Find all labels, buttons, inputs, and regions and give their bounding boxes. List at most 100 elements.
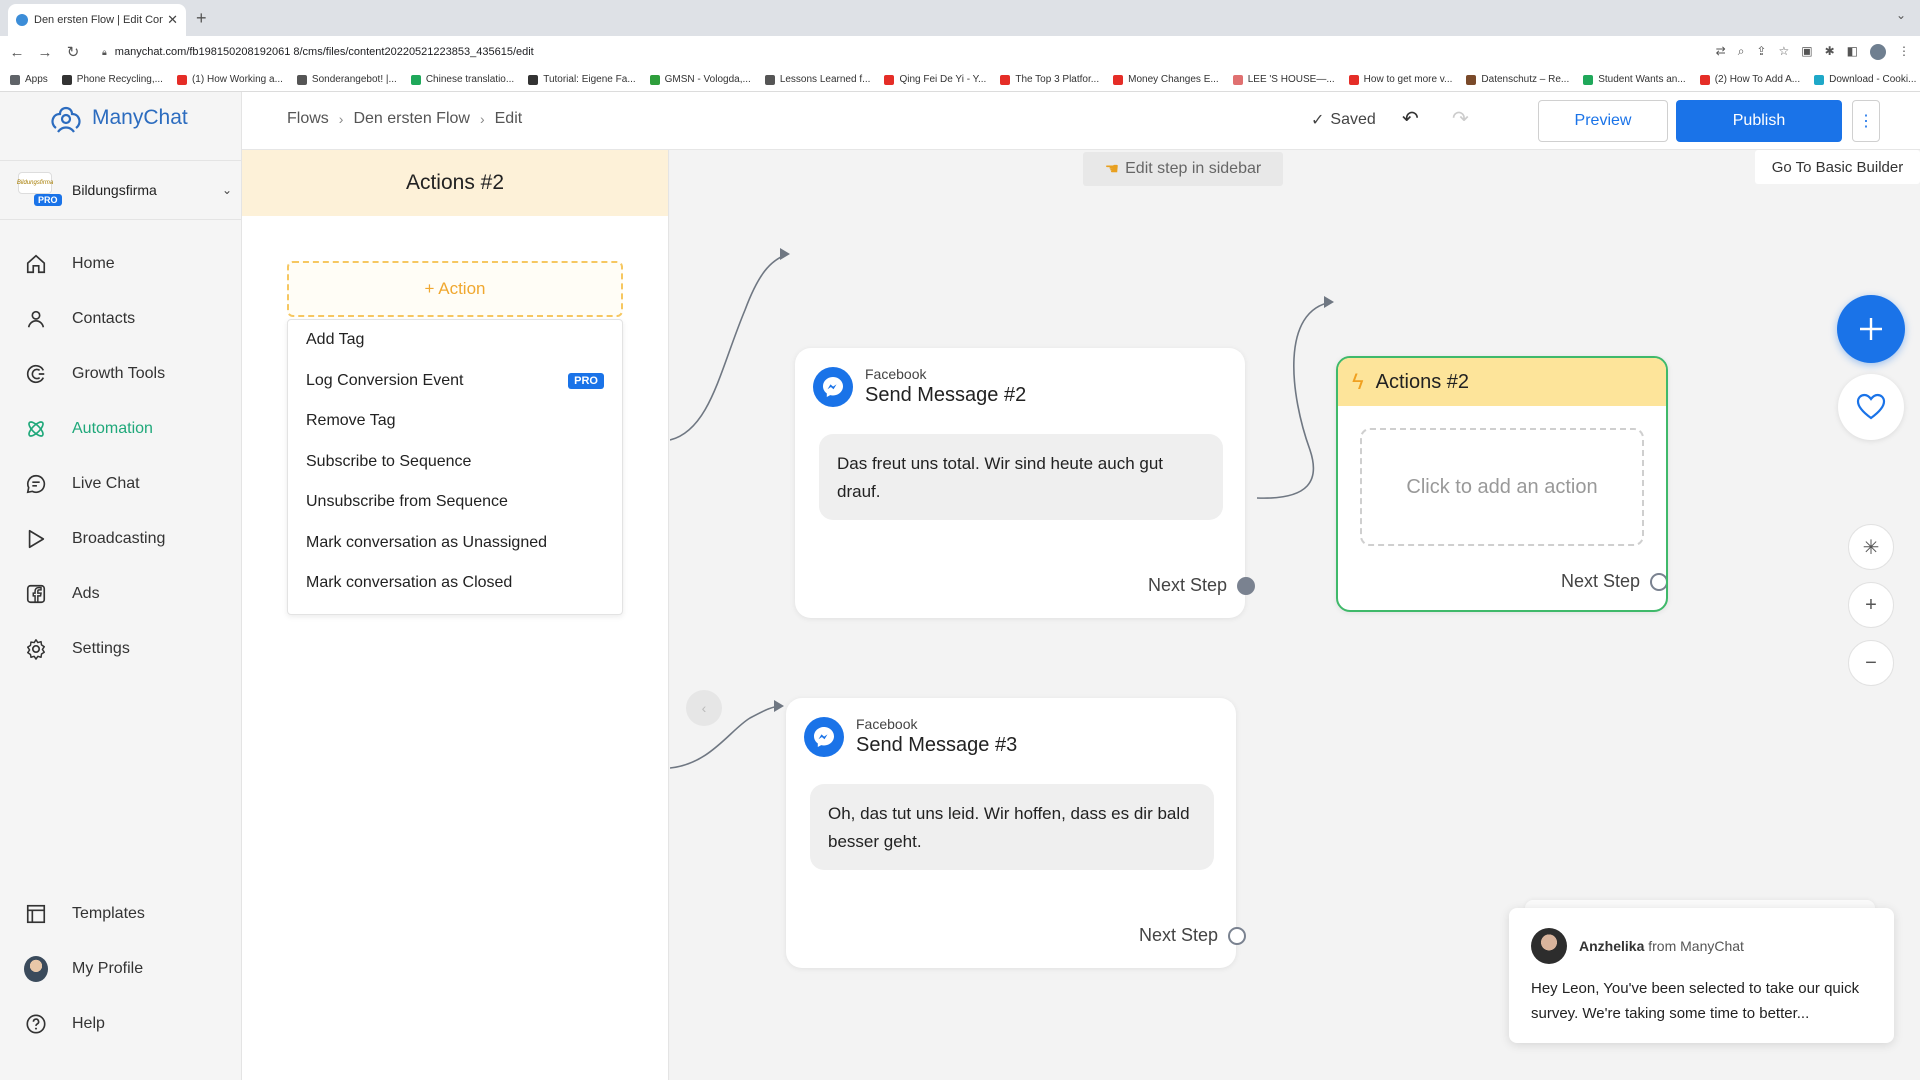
add-step-button[interactable] bbox=[1837, 295, 1905, 363]
sidebar-item-broadcasting[interactable]: Broadcasting bbox=[0, 511, 242, 566]
sidebar-item-settings[interactable]: Settings bbox=[0, 621, 242, 676]
close-tab-icon[interactable]: ✕ bbox=[167, 12, 178, 28]
browser-tab[interactable]: Den ersten Flow | Edit Content ✕ bbox=[8, 4, 186, 36]
bookmark-favicon-icon bbox=[649, 74, 660, 85]
sidepanel-icon[interactable]: ◧ bbox=[1847, 44, 1858, 60]
sidebar-item-contacts[interactable]: Contacts bbox=[0, 291, 242, 346]
puzzle-icon[interactable]: ✱ bbox=[1825, 44, 1835, 60]
collapse-panel-icon[interactable]: ‹ bbox=[686, 690, 722, 726]
add-action-placeholder[interactable]: Click to add an action bbox=[1360, 428, 1644, 546]
preview-button[interactable]: Preview bbox=[1538, 100, 1668, 142]
action-menu: Add Tag Log Conversion Event PRO Remove Tag… bbox=[287, 319, 623, 615]
translate-icon[interactable]: ⇄ bbox=[1716, 44, 1726, 60]
send-message-node[interactable]: Facebook Send Message #2 Das freut uns t… bbox=[795, 348, 1255, 618]
edit-step-hint-text: Edit step in sidebar bbox=[1125, 160, 1262, 177]
sidebar-item-growth-tools[interactable]: Growth Tools bbox=[0, 346, 242, 401]
sidebar-item-help[interactable]: Help bbox=[0, 996, 242, 1051]
bookmark-item[interactable]: Student Wants an... bbox=[1583, 74, 1686, 85]
manychat-logo[interactable]: ManyChat bbox=[48, 102, 188, 134]
browser-profile-icon[interactable] bbox=[1870, 44, 1886, 60]
action-menu-item[interactable]: Mark conversation as Closed bbox=[288, 563, 622, 604]
survey-chat-popup[interactable]: Anzhelika from ManyChat Hey Leon, You've… bbox=[1509, 900, 1894, 1043]
action-menu-item[interactable]: Unsubscribe from Sequence bbox=[288, 482, 622, 523]
bookmark-item[interactable]: (1) How Working a... bbox=[176, 74, 283, 85]
forward-icon[interactable]: → bbox=[34, 44, 56, 61]
connection-port[interactable] bbox=[1228, 926, 1246, 945]
bookmark-item[interactable]: Sonderangebot! |... bbox=[296, 74, 397, 85]
bookmark-item[interactable]: Tutorial: Eigene Fa... bbox=[528, 74, 636, 85]
next-step-connector[interactable]: Next Step bbox=[1139, 925, 1246, 946]
bookmark-label: Money Changes E... bbox=[1128, 74, 1219, 85]
sidebar-item-home[interactable]: Home bbox=[0, 236, 242, 291]
sparkle-icon: ✳ bbox=[1862, 536, 1880, 559]
message-bubble[interactable]: Oh, das tut uns leid. Wir hoffen, dass e… bbox=[810, 784, 1214, 870]
bookmark-item[interactable]: Lessons Learned f... bbox=[764, 74, 870, 85]
publish-button[interactable]: Publish bbox=[1676, 100, 1842, 142]
bookmark-item[interactable]: (2) How To Add A... bbox=[1699, 74, 1800, 85]
zoom-out-button[interactable]: − bbox=[1848, 640, 1894, 686]
connection-port[interactable] bbox=[1650, 572, 1666, 591]
new-tab-icon[interactable]: + bbox=[196, 8, 207, 29]
url-text: manychat.com/fb198150208192061 8/cms/fil… bbox=[114, 46, 534, 58]
browser-menu-icon[interactable]: ⋮ bbox=[1898, 44, 1910, 60]
go-to-basic-builder-button[interactable]: Go To Basic Builder bbox=[1755, 150, 1920, 184]
next-step-connector[interactable]: Next Step bbox=[1561, 571, 1666, 592]
breadcrumb-flows[interactable]: Flows bbox=[287, 110, 329, 128]
bookmarks-bar: Apps Phone Recycling,... (1) How Working a… bbox=[0, 68, 1920, 92]
bookmark-item[interactable]: Money Changes E... bbox=[1113, 74, 1219, 85]
bookmark-item[interactable]: How to get more v... bbox=[1348, 74, 1452, 85]
more-options-icon[interactable]: ⋮ bbox=[1852, 100, 1880, 142]
action-menu-item[interactable]: Add Tag bbox=[288, 320, 622, 361]
bookmark-item[interactable]: GMSN - Vologda,... bbox=[649, 74, 751, 85]
plus-icon bbox=[1860, 318, 1882, 340]
url-field[interactable]: 🔒︎ manychat.com/fb198150208192061 8/cms/… bbox=[102, 46, 534, 58]
sidebar-item-live-chat[interactable]: Live Chat bbox=[0, 456, 242, 511]
action-menu-item[interactable]: Log Conversion Event PRO bbox=[288, 361, 622, 402]
sidebar-item-automation[interactable]: Automation bbox=[0, 401, 242, 456]
zoom-icon[interactable]: ⌕ bbox=[1738, 44, 1745, 60]
add-action-button[interactable]: + Action bbox=[287, 261, 623, 317]
share-icon[interactable]: ⇪ bbox=[1756, 44, 1766, 60]
extension-icon[interactable]: ▣ bbox=[1801, 44, 1812, 60]
bookmark-label: Datenschutz – Re... bbox=[1481, 74, 1570, 85]
connection-port[interactable] bbox=[1237, 576, 1255, 595]
action-menu-item[interactable]: Subscribe to Sequence bbox=[288, 442, 622, 483]
send-message-node[interactable]: Facebook Send Message #3 Oh, das tut uns… bbox=[786, 698, 1246, 968]
action-menu-item[interactable]: Mark conversation as Unassigned bbox=[288, 523, 622, 564]
back-icon[interactable]: ← bbox=[6, 44, 28, 61]
bookmark-item[interactable]: Datenschutz – Re... bbox=[1466, 74, 1569, 85]
tab-title: Den ersten Flow | Edit Content bbox=[34, 14, 164, 26]
bookmark-item[interactable]: Qing Fei De Yi - Y... bbox=[884, 74, 986, 85]
action-menu-item[interactable]: Remove Tag bbox=[288, 401, 622, 442]
undo-icon[interactable]: ↶ bbox=[1402, 106, 1419, 131]
chat-card[interactable]: Anzhelika from ManyChat Hey Leon, You've… bbox=[1509, 908, 1894, 1043]
actions-node-header: ϟ Actions #2 bbox=[1338, 358, 1666, 406]
favorites-button[interactable] bbox=[1838, 374, 1904, 440]
sidebar-item-label: Settings bbox=[72, 639, 130, 657]
bookmark-item[interactable]: Phone Recycling,... bbox=[61, 74, 163, 85]
bookmark-favicon-icon bbox=[528, 74, 539, 85]
account-switcher[interactable]: Bildungsfirma PRO Bildungsfirma ⌄ bbox=[0, 160, 242, 220]
bookmark-item[interactable]: Apps bbox=[10, 74, 48, 85]
zoom-in-button[interactable]: + bbox=[1848, 582, 1894, 628]
redo-icon[interactable]: ↷ bbox=[1452, 106, 1469, 131]
breadcrumb-flow[interactable]: Den ersten Flow bbox=[353, 110, 470, 128]
bookmark-favicon-icon bbox=[1466, 74, 1477, 85]
sidebar-item-ads[interactable]: Ads bbox=[0, 566, 242, 621]
tab-search-chevron-icon[interactable]: ⌄ bbox=[1896, 8, 1906, 22]
actions-node[interactable]: ϟ Actions #2 Click to add an action Next… bbox=[1336, 356, 1668, 612]
bookmark-item[interactable]: Chinese translatio... bbox=[410, 74, 514, 85]
next-step-connector[interactable]: Next Step bbox=[1148, 575, 1255, 596]
action-menu-item[interactable]: Assign conversation bbox=[288, 604, 622, 615]
bookmark-item[interactable]: The Top 3 Platfor... bbox=[1000, 74, 1099, 85]
bookmark-item[interactable]: LEE 'S HOUSE—... bbox=[1232, 74, 1335, 85]
reload-icon[interactable]: ↻ bbox=[62, 43, 84, 61]
sidebar-item-templates[interactable]: Templates bbox=[0, 886, 242, 941]
message-bubble[interactable]: Das freut uns total. Wir sind heute auch… bbox=[819, 434, 1223, 520]
magic-arrange-button[interactable]: ✳ bbox=[1848, 524, 1894, 570]
star-icon[interactable]: ☆ bbox=[1778, 44, 1789, 60]
bookmark-item[interactable]: Download - Cooki... bbox=[1814, 74, 1916, 85]
next-step-label: Next Step bbox=[1138, 925, 1218, 945]
sidebar-item-my-profile[interactable]: My Profile bbox=[0, 941, 242, 996]
bookmark-label: (1) How Working a... bbox=[191, 74, 283, 85]
